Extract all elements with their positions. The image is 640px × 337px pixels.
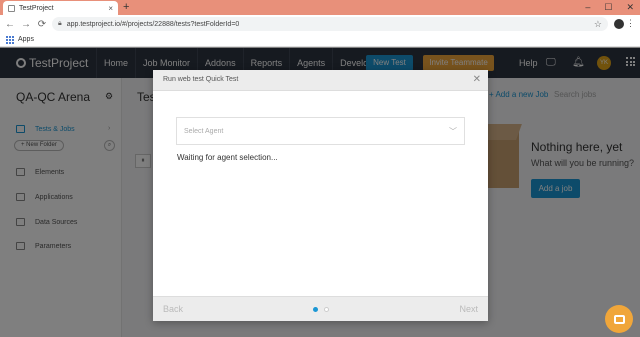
minimize-button[interactable]: – <box>585 2 590 13</box>
back-button[interactable]: Back <box>163 304 183 314</box>
reload-icon[interactable]: ⟳ <box>36 19 48 30</box>
browser-tab[interactable]: TestProject × <box>3 1 118 15</box>
new-tab-button[interactable]: + <box>123 1 129 13</box>
forward-arrow-icon[interactable]: → <box>20 19 32 30</box>
apps-grid-icon[interactable] <box>6 35 14 44</box>
bookmarks-bar: Apps <box>0 33 640 47</box>
step-indicator-2 <box>324 307 329 312</box>
back-arrow-icon[interactable]: ← <box>4 19 16 30</box>
address-bar: ← → ⟳ 🔒︎ app.testproject.io/#/projects/2… <box>0 15 640 33</box>
lock-icon: 🔒︎ <box>58 20 62 27</box>
agent-select-placeholder: Select Agent <box>184 127 224 135</box>
maximize-button[interactable]: ☐ <box>604 2 612 13</box>
url-text: app.testproject.io/#/projects/22888/test… <box>66 20 240 28</box>
close-window-button[interactable]: ✕ <box>626 2 634 13</box>
bookmark-star-icon[interactable]: ☆ <box>594 19 602 30</box>
page-icon <box>8 4 15 12</box>
url-field[interactable]: 🔒︎ app.testproject.io/#/projects/22888/t… <box>52 17 608 31</box>
agent-select-dropdown[interactable]: Select Agent ﹀ <box>176 117 465 145</box>
chevron-down-icon: ﹀ <box>449 126 457 136</box>
browser-menu-icon[interactable]: ⋮ <box>626 18 635 29</box>
apps-bookmark[interactable]: Apps <box>18 36 34 43</box>
dialog-title: Run web test Quick Test <box>163 76 239 83</box>
next-button[interactable]: Next <box>459 304 478 314</box>
browser-tabbar: TestProject × + – ☐ ✕ <box>0 0 640 15</box>
profile-icon[interactable] <box>614 19 624 29</box>
tab-close-icon[interactable]: × <box>108 4 113 13</box>
chat-bubble-icon <box>613 314 625 324</box>
window-controls: – ☐ ✕ <box>585 2 634 13</box>
tab-title: TestProject <box>19 4 54 12</box>
chat-button[interactable] <box>605 305 633 333</box>
dialog-footer: Back Next <box>153 296 488 321</box>
status-text: Waiting for agent selection... <box>177 153 278 162</box>
run-test-dialog: Run web test Quick Test ✕ Select Agent ﹀… <box>153 70 488 321</box>
step-indicator-1 <box>313 307 318 312</box>
dialog-header: Run web test Quick Test ✕ <box>153 70 488 91</box>
close-icon[interactable]: ✕ <box>473 74 481 85</box>
